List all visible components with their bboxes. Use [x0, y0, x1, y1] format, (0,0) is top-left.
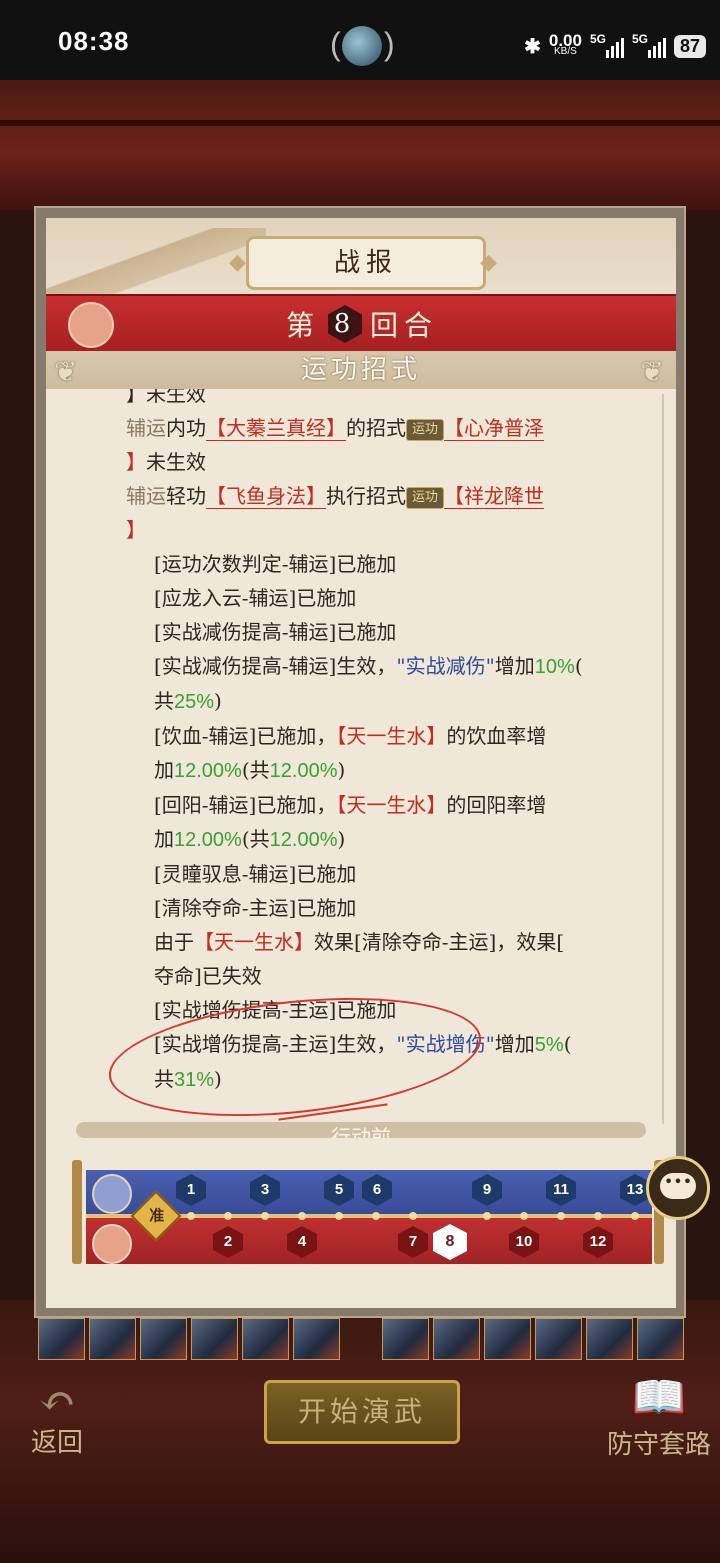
log-line: [实战减伤提高-辅运]已施加 — [154, 620, 397, 644]
timeline-dot — [298, 1212, 306, 1220]
timeline-dot — [409, 1212, 417, 1220]
status-right: ✱ 0.00 KB/S 5G 5G 87 — [524, 28, 706, 64]
timeline-dot — [224, 1212, 232, 1220]
back-arrow-icon: ↶ — [38, 1376, 76, 1427]
net-speed: 0.00 KB/S — [548, 31, 582, 57]
defense-routine-button[interactable]: 📖 防守套路 — [600, 1372, 718, 1462]
battle-log[interactable]: 】未生效 辅运内功【大蓁兰真经】的招式 运功 【心净普泽 】未生效 辅运轻功【飞鱼身法… — [46, 389, 676, 1129]
log-line: [实战减伤提高-辅运]生效，"实战减伤"增加10%(共25%) — [154, 654, 583, 713]
timeline-dot — [187, 1212, 195, 1220]
status-time: 08:38 — [58, 26, 130, 56]
round-prefix: 第 — [286, 309, 321, 342]
back-label: 返回 — [30, 1428, 83, 1458]
signal-1-label: 5G — [589, 32, 606, 46]
paren-left: ( — [330, 26, 341, 62]
turn-order-timeline: 准 1 3 5 6 9 11 13 2 4 7 8 10 12 — [72, 1158, 664, 1268]
back-button[interactable]: ↶ 返回 — [22, 1376, 92, 1459]
player-avatar — [68, 302, 114, 348]
log-line: [运功次数判定-辅运]已施加 — [154, 552, 397, 576]
log-line: [回阳-辅运]已施加，【天一生水】的回阳率增 加12.00%(共12.00%) — [154, 793, 547, 851]
signal-2-icon: 5G — [632, 32, 666, 60]
panel-title: 战报 — [229, 236, 503, 290]
section-header: ❦ 运功招式 ❦ — [46, 351, 676, 389]
background-roof — [0, 80, 720, 210]
paren-right: ) — [384, 26, 395, 62]
chat-bubble-icon: ••• — [660, 1173, 696, 1199]
start-sparring-button[interactable]: 开始演武 — [264, 1380, 460, 1444]
chat-button[interactable]: ••• — [646, 1156, 710, 1220]
book-icon: 📖 — [631, 1372, 687, 1423]
signal-2-label: 5G — [631, 32, 648, 46]
log-line: [清除夺命-主运]已施加 — [154, 896, 357, 920]
log-line: 由于【天一生水】效果[清除夺命-主运]，效果[夺命]已失效 — [154, 930, 565, 988]
round-bar: 第 8 回合 — [46, 294, 676, 354]
ready-label: 准 — [149, 1206, 165, 1225]
timeline-dot — [631, 1212, 639, 1220]
cloud-ornament-left-icon: ❦ — [54, 355, 82, 388]
card-row-left — [38, 1318, 340, 1360]
cloud-ornament-right-icon: ❦ — [640, 355, 668, 388]
log-line: 辅运内功【大蓁兰真经】的招式 运功 【心净普泽 】未生效 — [126, 416, 545, 474]
skill-tag: 运功 — [406, 487, 445, 509]
battery-level: 87 — [673, 34, 706, 58]
timeline-dot — [372, 1212, 380, 1220]
timeline-cap-left — [72, 1160, 82, 1264]
player-avatar-timeline — [92, 1224, 132, 1264]
opponent-avatar — [92, 1174, 132, 1214]
defense-label: 防守套路 — [606, 1430, 711, 1460]
next-section-header: 行动前 — [76, 1122, 646, 1138]
round-label: 第 8 回合 — [286, 304, 438, 344]
round-suffix: 回合 — [370, 309, 439, 342]
status-bar: 08:38 ( ) ✱ 0.00 KB/S 5G 5G 87 — [0, 0, 720, 80]
log-line: [应龙入云-辅运]已施加 — [154, 586, 357, 610]
app-indicator: ( ) — [330, 24, 395, 68]
log-line: 】未生效 — [126, 389, 206, 406]
header-art: 战报 — [46, 218, 676, 298]
log-scrollbar[interactable] — [662, 394, 664, 1124]
skill-tag: 运功 — [406, 419, 445, 441]
log-line: 辅运轻功【飞鱼身法】执行招式 运功 【祥龙降世】 — [126, 484, 545, 542]
timeline-dot — [483, 1212, 491, 1220]
card-row-right — [382, 1318, 684, 1360]
timeline-dot — [557, 1212, 565, 1220]
report-paper: 战报 第 8 回合 ❦ 运功招式 ❦ 】未生效 辅运内功【大蓁兰真经】的招式运功… — [46, 218, 676, 1308]
section-title: 运功招式 — [300, 355, 421, 385]
timeline-dot — [335, 1212, 343, 1220]
log-line: [饮血-辅运]已施加，【天一生水】的饮血率增 加12.00%(共12.00%) — [154, 724, 547, 782]
timeline-dot — [261, 1212, 269, 1220]
timeline-dot — [594, 1212, 602, 1220]
net-speed-value: 0.00 — [548, 31, 582, 50]
log-line: [灵瞳驭息-辅运]已施加 — [154, 862, 357, 886]
bluetooth-icon: ✱ — [524, 35, 541, 58]
app-avatar-icon — [342, 26, 382, 66]
round-number: 8 — [328, 305, 363, 343]
battle-report-panel: 战报 第 8 回合 ❦ 运功招式 ❦ 】未生效 辅运内功【大蓁兰真经】的招式运功… — [34, 206, 686, 1318]
signal-1-icon: 5G — [590, 32, 624, 60]
timeline-dot — [520, 1212, 528, 1220]
